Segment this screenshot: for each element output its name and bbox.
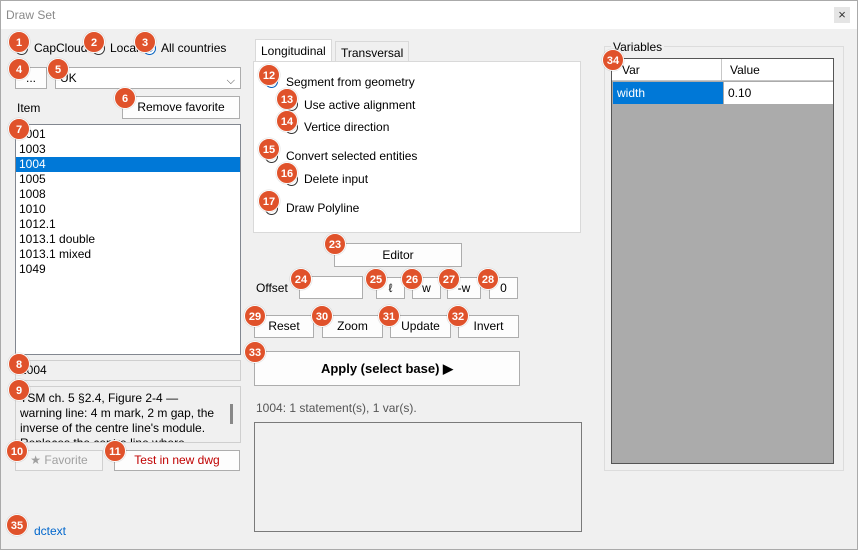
description-text: TSM ch. 5 §2.4, Figure 2-4 — warning lin… (15, 386, 241, 443)
list-item[interactable]: 1010 (16, 202, 240, 217)
annotation-badge: 34 (602, 49, 624, 71)
tab-longitudinal[interactable]: Longitudinal (255, 39, 332, 61)
favorite-button[interactable]: ★ Favorite (15, 450, 103, 471)
annotation-badge: 8 (8, 353, 30, 375)
annotation-badge: 14 (276, 110, 298, 132)
item-list[interactable]: 1001 1003 1004 1005 1008 1010 1012.1 101… (15, 124, 241, 355)
dctext-link[interactable]: dctext (34, 524, 66, 538)
list-item[interactable]: 1049 (16, 262, 240, 277)
list-item[interactable]: 1005 (16, 172, 240, 187)
grid-cell-var[interactable]: width (613, 82, 723, 104)
annotation-badge: 7 (8, 118, 30, 140)
annotation-badge: 35 (6, 514, 28, 536)
list-item[interactable]: 1013.1 mixed (16, 247, 240, 262)
variables-grid[interactable]: Var Value width 0.10 (611, 58, 834, 464)
vertice-direction-label: Vertice direction (304, 120, 390, 134)
list-item[interactable]: 1013.1 double (16, 232, 240, 247)
country-select[interactable]: UK ⌵ (55, 67, 241, 89)
annotation-badge: 13 (276, 88, 298, 110)
draw-polyline-label: Draw Polyline (286, 201, 360, 215)
test-in-new-dwg-button[interactable]: Test in new dwg (114, 450, 240, 471)
annotation-badge: 32 (447, 305, 469, 327)
grid-header-value[interactable]: Value (722, 59, 833, 81)
title-bar: Draw Set × (1, 1, 857, 29)
status-text: 1004: 1 statement(s), 1 var(s). (256, 401, 417, 415)
apply-select-base-button[interactable]: Apply (select base) ▶ (254, 351, 520, 386)
chevron-down-icon: ⌵ (226, 75, 235, 87)
annotation-badge: 3 (134, 31, 156, 53)
segment-from-geometry-label: Segment from geometry (286, 75, 415, 89)
output-box (254, 422, 582, 532)
annotation-badge: 33 (244, 341, 266, 363)
annotation-badge: 17 (258, 190, 280, 212)
grid-cell-value[interactable]: 0.10 (724, 82, 833, 104)
annotation-badge: 1 (8, 31, 30, 53)
radio-capcloud-label: CapCloud (34, 41, 88, 55)
annotation-badge: 15 (258, 138, 280, 160)
list-item[interactable]: 1003 (16, 142, 240, 157)
remove-favorite-button[interactable]: Remove favorite (122, 96, 240, 119)
annotation-badge: 23 (324, 233, 346, 255)
window-title: Draw Set (6, 8, 56, 22)
description-scrollbar[interactable] (230, 404, 233, 424)
annotation-badge: 27 (438, 268, 460, 290)
editor-button[interactable]: Editor (334, 243, 462, 267)
selected-item-field: 1004 (15, 360, 241, 381)
radio-all-countries-label: All countries (161, 41, 227, 55)
grid-header-var[interactable]: Var (612, 59, 722, 81)
annotation-badge: 2 (83, 31, 105, 53)
annotation-badge: 5 (47, 58, 69, 80)
description-content: TSM ch. 5 §2.4, Figure 2-4 — warning lin… (20, 391, 215, 443)
use-active-alignment-label: Use active alignment (304, 98, 416, 112)
annotation-badge: 12 (258, 64, 280, 86)
close-button[interactable]: × (834, 7, 850, 23)
annotation-badge: 4 (8, 58, 30, 80)
list-item[interactable]: 1012.1 (16, 217, 240, 232)
annotation-badge: 9 (8, 379, 30, 401)
convert-selected-entities-label: Convert selected entities (286, 149, 418, 163)
annotation-badge: 30 (311, 305, 333, 327)
annotation-badge: 16 (276, 162, 298, 184)
annotation-badge: 28 (477, 268, 499, 290)
annotation-badge: 24 (290, 268, 312, 290)
list-item[interactable]: 1001 (16, 127, 240, 142)
annotation-badge: 29 (244, 305, 266, 327)
list-item-selected[interactable]: 1004 (16, 157, 240, 172)
annotation-badge: 11 (104, 440, 126, 462)
item-label: Item (17, 101, 41, 115)
annotation-badge: 26 (401, 268, 423, 290)
delete-input-label: Delete input (304, 172, 369, 186)
annotation-badge: 10 (6, 440, 28, 462)
offset-label: Offset (256, 281, 288, 295)
list-item[interactable]: 1008 (16, 187, 240, 202)
annotation-badge: 25 (365, 268, 387, 290)
annotation-badge: 6 (114, 87, 136, 109)
tab-transversal[interactable]: Transversal (335, 41, 410, 61)
annotation-badge: 31 (378, 305, 400, 327)
